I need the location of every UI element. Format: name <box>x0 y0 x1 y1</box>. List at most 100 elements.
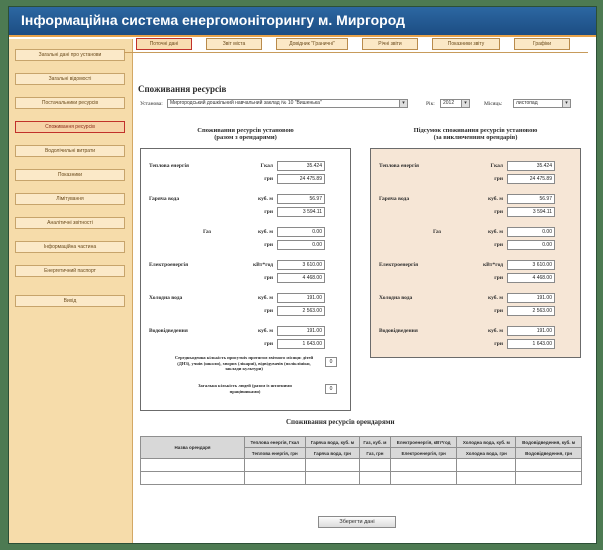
month-label: Місяць: <box>484 101 503 107</box>
table-cell[interactable] <box>244 458 306 472</box>
rent-col-tenant: Назва орендаря <box>140 436 245 459</box>
resource-row: Водовідведення куб. м 191.00 грн 1 643.0… <box>149 326 325 354</box>
resource-name: Теплова енергія <box>149 163 189 169</box>
sidebar-item-exit[interactable]: Вихід <box>15 295 125 307</box>
resource-cost-unit: грн <box>494 275 503 281</box>
resource-qty-field[interactable]: 191.00 <box>507 293 555 303</box>
resource-name: Гаряча вода <box>379 196 410 202</box>
table-cell[interactable] <box>515 458 582 472</box>
tab-annual-reports[interactable]: Річні звіти <box>362 38 418 50</box>
right-panel-title-line1: Підсумок споживання ресурсів установою <box>413 127 538 134</box>
tab-city-report[interactable]: Звіт міста <box>206 38 262 50</box>
attendance-field[interactable]: 0 <box>325 357 337 367</box>
resource-row: Водовідведення куб. м 191.00 грн 1 643.0… <box>379 326 555 354</box>
app-title: Інформаційна система енергомоніторингу м… <box>21 12 405 28</box>
sidebar-item-water-expenses[interactable]: Водолічильні витрати <box>15 145 125 157</box>
resource-qty-field[interactable]: 191.00 <box>277 326 325 336</box>
sidebar-item-energy-passport[interactable]: Енергетичний паспорт <box>15 265 125 277</box>
table-cell[interactable] <box>244 471 306 485</box>
sidebar-item-analytics[interactable]: Аналітичні звітності <box>15 217 125 229</box>
rent-col-header: Теплова енергія, грн <box>244 447 306 459</box>
tab-current-data[interactable]: Поточні дані <box>136 38 192 50</box>
table-cell[interactable] <box>456 471 517 485</box>
resource-unit: куб. м <box>487 328 503 334</box>
table-cell[interactable] <box>140 471 245 485</box>
table-cell[interactable] <box>389 471 458 485</box>
resource-row: Теплова енергія Гкал 35.424 грн 24 475.8… <box>379 161 555 189</box>
month-select[interactable]: листопад ▾ <box>513 99 571 108</box>
left-panel-title: Споживання ресурсів установою (разом з о… <box>140 127 351 141</box>
tab-bar: Поточні дані Звіт міста Довідник "Гранич… <box>136 38 584 52</box>
table-cell[interactable] <box>456 458 517 472</box>
resource-cost-field[interactable]: 3 594.11 <box>507 207 555 217</box>
resource-cost-field[interactable]: 2 563.00 <box>507 306 555 316</box>
resource-qty-field[interactable]: 56.97 <box>507 194 555 204</box>
resource-cost-field[interactable]: 24 475.89 <box>277 174 325 184</box>
table-cell[interactable] <box>304 471 361 485</box>
resource-name: Газ <box>433 229 441 235</box>
resource-cost-field[interactable]: 2 563.00 <box>277 306 325 316</box>
resource-cost-field[interactable]: 24 475.89 <box>507 174 555 184</box>
year-select[interactable]: 2012 ▾ <box>440 99 470 108</box>
resource-unit: кВт*год <box>482 262 503 268</box>
resource-cost-field[interactable]: 4 468.00 <box>507 273 555 283</box>
resource-cost-unit: грн <box>494 341 503 347</box>
rent-col-header: Газ, грн <box>359 447 391 459</box>
resource-cost-field[interactable]: 0.00 <box>277 240 325 250</box>
resource-qty-field[interactable]: 0.00 <box>507 227 555 237</box>
sidebar-item-general-info[interactable]: Загальні відомості <box>15 73 125 85</box>
chevron-down-icon: ▾ <box>399 100 407 107</box>
resource-cost-unit: грн <box>494 308 503 314</box>
table-cell[interactable] <box>389 458 458 472</box>
resource-qty-field[interactable]: 191.00 <box>277 293 325 303</box>
resource-unit: куб. м <box>257 295 273 301</box>
sidebar-item-institutions[interactable]: Загальні дані про установи <box>15 49 125 61</box>
institution-select-value: Миргородський дошкільний навчальний закл… <box>170 100 322 106</box>
resource-cost-unit: грн <box>264 176 273 182</box>
resource-cost-field[interactable]: 3 594.11 <box>277 207 325 217</box>
table-cell[interactable] <box>304 458 361 472</box>
resource-cost-field[interactable]: 0.00 <box>507 240 555 250</box>
tab-charts[interactable]: Графіки <box>514 38 570 50</box>
resource-name: Теплова енергія <box>379 163 419 169</box>
rent-table: Назва орендаря Теплова енергія, Гкал Гар… <box>140 436 582 485</box>
resource-unit: куб. м <box>257 196 273 202</box>
sidebar-item-info[interactable]: Інформаційна частина <box>15 241 125 253</box>
resource-qty-field[interactable]: 3 610.00 <box>507 260 555 270</box>
resource-name: Холодна вода <box>149 295 183 301</box>
table-cell[interactable] <box>359 471 391 485</box>
resource-unit: куб. м <box>487 229 503 235</box>
rent-col-header: Холодна вода, грн <box>456 447 517 459</box>
tab-limits-reference[interactable]: Довідник "Граничні" <box>276 38 348 50</box>
institution-select[interactable]: Миргородський дошкільний навчальний закл… <box>167 99 408 108</box>
table-cell[interactable] <box>359 458 391 472</box>
resource-cost-field[interactable]: 4 468.00 <box>277 273 325 283</box>
rent-col-header: Гаряча вода, грн <box>304 447 361 459</box>
sidebar-item-indicators[interactable]: Показники <box>15 169 125 181</box>
sidebar-item-limits[interactable]: Лімітування <box>15 193 125 205</box>
resource-qty-field[interactable]: 35.424 <box>277 161 325 171</box>
table-cell[interactable] <box>515 471 582 485</box>
table-cell[interactable] <box>140 458 245 472</box>
rent-col-header: Електроенергія, кВт*год <box>389 436 458 448</box>
resource-cost-unit: грн <box>494 176 503 182</box>
resource-qty-field[interactable]: 0.00 <box>277 227 325 237</box>
resource-qty-field[interactable]: 3 610.00 <box>277 260 325 270</box>
save-button[interactable]: Зберегти дані <box>318 516 396 528</box>
sidebar-item-suppliers[interactable]: Постачальники ресурсів <box>15 97 125 109</box>
resource-row: Холодна вода куб. м 191.00 грн 2 563.00 <box>379 293 555 321</box>
rent-col-header: Електроенергія, грн <box>389 447 458 459</box>
resource-row: Теплова енергія Гкал 35.424 грн 24 475.8… <box>149 161 325 189</box>
resource-unit: куб. м <box>257 328 273 334</box>
people-total-field[interactable]: 0 <box>325 384 337 394</box>
resource-row: Гаряча вода куб. м 56.97 грн 3 594.11 <box>149 194 325 222</box>
resource-cost-field[interactable]: 1 643.00 <box>507 339 555 349</box>
resource-qty-field[interactable]: 35.424 <box>507 161 555 171</box>
resource-qty-field[interactable]: 191.00 <box>507 326 555 336</box>
resource-qty-field[interactable]: 56.97 <box>277 194 325 204</box>
resource-cost-field[interactable]: 1 643.00 <box>277 339 325 349</box>
table-header-row: Назва орендаря Теплова енергія, Гкал Гар… <box>140 436 582 459</box>
right-panel-title: Підсумок споживання ресурсів установою (… <box>370 127 581 141</box>
sidebar-item-consumption[interactable]: Споживання ресурсів <box>15 121 125 133</box>
tab-report-indicators[interactable]: Показники звіту <box>432 38 500 50</box>
